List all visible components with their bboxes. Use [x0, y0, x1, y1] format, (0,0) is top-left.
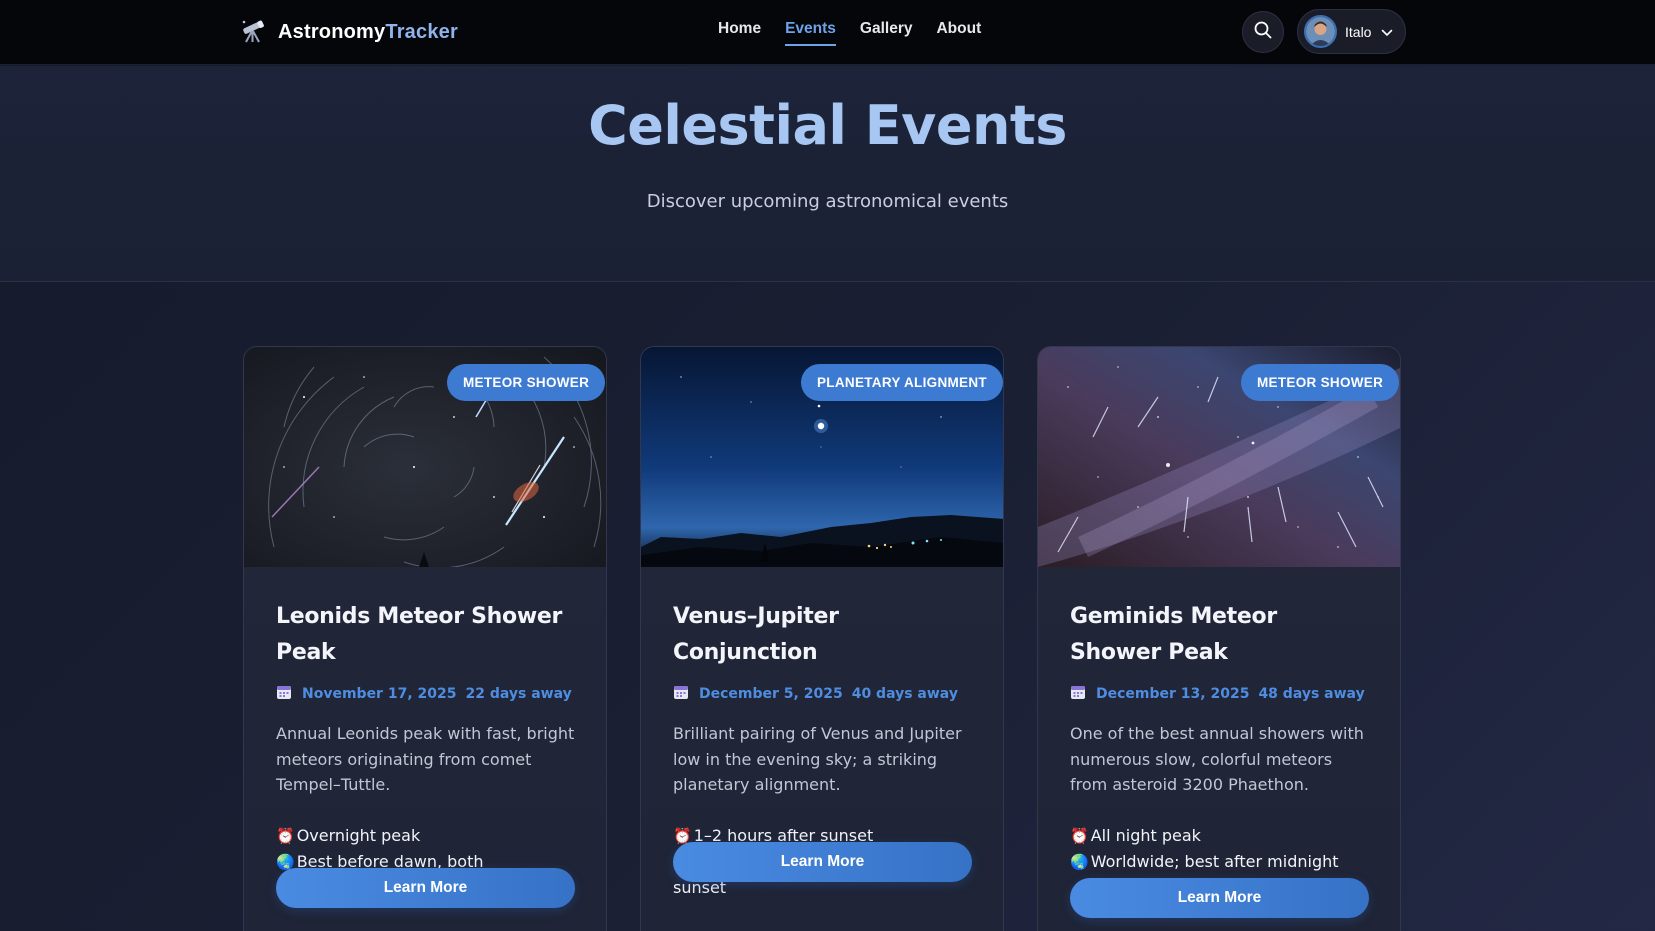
event-date-row: November 17, 2025 22 days away — [276, 683, 576, 705]
globe-icon: 🌏 — [1070, 852, 1089, 871]
page-title: Celestial Events — [588, 94, 1067, 157]
event-card-venus-jupiter: PLANETARY ALIGNMENT Venus–Jupiter Conjun… — [640, 346, 1004, 931]
learn-more-button[interactable]: Learn More — [1070, 878, 1369, 918]
event-date-row: December 5, 2025 40 days away — [673, 683, 973, 705]
calendar-icon — [276, 684, 302, 704]
brand-name: AstronomyTracker — [278, 20, 458, 43]
telescope-icon — [240, 16, 278, 48]
event-title: Leonids Meteor Shower Peak — [276, 604, 563, 665]
nav-link-home[interactable]: Home — [718, 20, 761, 46]
event-card-body: Leonids Meteor Shower Peak November 17, … — [276, 599, 576, 900]
event-visibility: Worldwide; best after midnight — [1090, 851, 1339, 871]
event-countdown: 40 days away — [851, 686, 958, 702]
event-countdown: 48 days away — [1258, 686, 1365, 702]
learn-more-button[interactable]: Learn More — [673, 842, 972, 882]
user-name: Italo — [1345, 23, 1372, 40]
calendar-icon — [673, 684, 699, 704]
learn-more-button[interactable]: Learn More — [276, 868, 575, 908]
page-subtitle: Discover upcoming astronomical events — [646, 191, 1009, 212]
event-time-info: All night peak — [1090, 825, 1201, 845]
nav-link-gallery[interactable]: Gallery — [860, 20, 913, 46]
event-type-badge: PLANETARY ALIGNMENT — [801, 364, 1003, 401]
nav-link-events[interactable]: Events — [785, 20, 836, 46]
main-nav: Home Events Gallery About — [718, 20, 1005, 46]
nav-link-about[interactable]: About — [936, 20, 981, 46]
event-countdown: 22 days away — [465, 686, 572, 702]
calendar-icon — [1070, 684, 1096, 704]
event-description: One of the best annual showers with nume… — [1070, 724, 1364, 794]
event-date: December 5, 2025 — [699, 686, 843, 702]
event-time-info: Overnight peak — [296, 825, 421, 845]
top-navbar: AstronomyTracker Home Events Gallery Abo… — [0, 0, 1655, 65]
event-title: Venus–Jupiter Conjunction — [673, 604, 839, 665]
event-date-row: December 13, 2025 48 days away — [1070, 683, 1370, 705]
event-title: Geminids Meteor Shower Peak — [1070, 604, 1277, 665]
event-details: ⏰ All night peak 🌏 Worldwide; best after m… — [1070, 823, 1370, 875]
event-type-badge: METEOR SHOWER — [1241, 364, 1400, 401]
user-menu[interactable]: Italo — [1297, 9, 1406, 54]
event-description: Annual Leonids peak with fast, bright me… — [276, 724, 575, 794]
event-card-geminids: METEOR SHOWER Geminids Meteor Shower Pea… — [1037, 346, 1401, 931]
avatar — [1304, 15, 1337, 48]
alarm-clock-icon: ⏰ — [276, 826, 295, 845]
event-card-leonids: METEOR SHOWER Leonids Meteor Shower Peak… — [243, 346, 607, 931]
hero-section: Celestial Events Discover upcoming astro… — [0, 66, 1655, 282]
search-icon — [1254, 21, 1272, 43]
event-date: November 17, 2025 — [302, 686, 457, 702]
event-card-body: Geminids Meteor Shower Peak December 13,… — [1070, 599, 1370, 875]
alarm-clock-icon: ⏰ — [1070, 826, 1089, 845]
event-date: December 13, 2025 — [1096, 686, 1250, 702]
event-type-badge: METEOR SHOWER — [447, 364, 606, 401]
search-button[interactable] — [1242, 11, 1284, 53]
brand[interactable]: AstronomyTracker — [240, 17, 458, 47]
event-description: Brilliant pairing of Venus and Jupiter l… — [673, 724, 962, 794]
chevron-down-icon — [1381, 22, 1393, 41]
